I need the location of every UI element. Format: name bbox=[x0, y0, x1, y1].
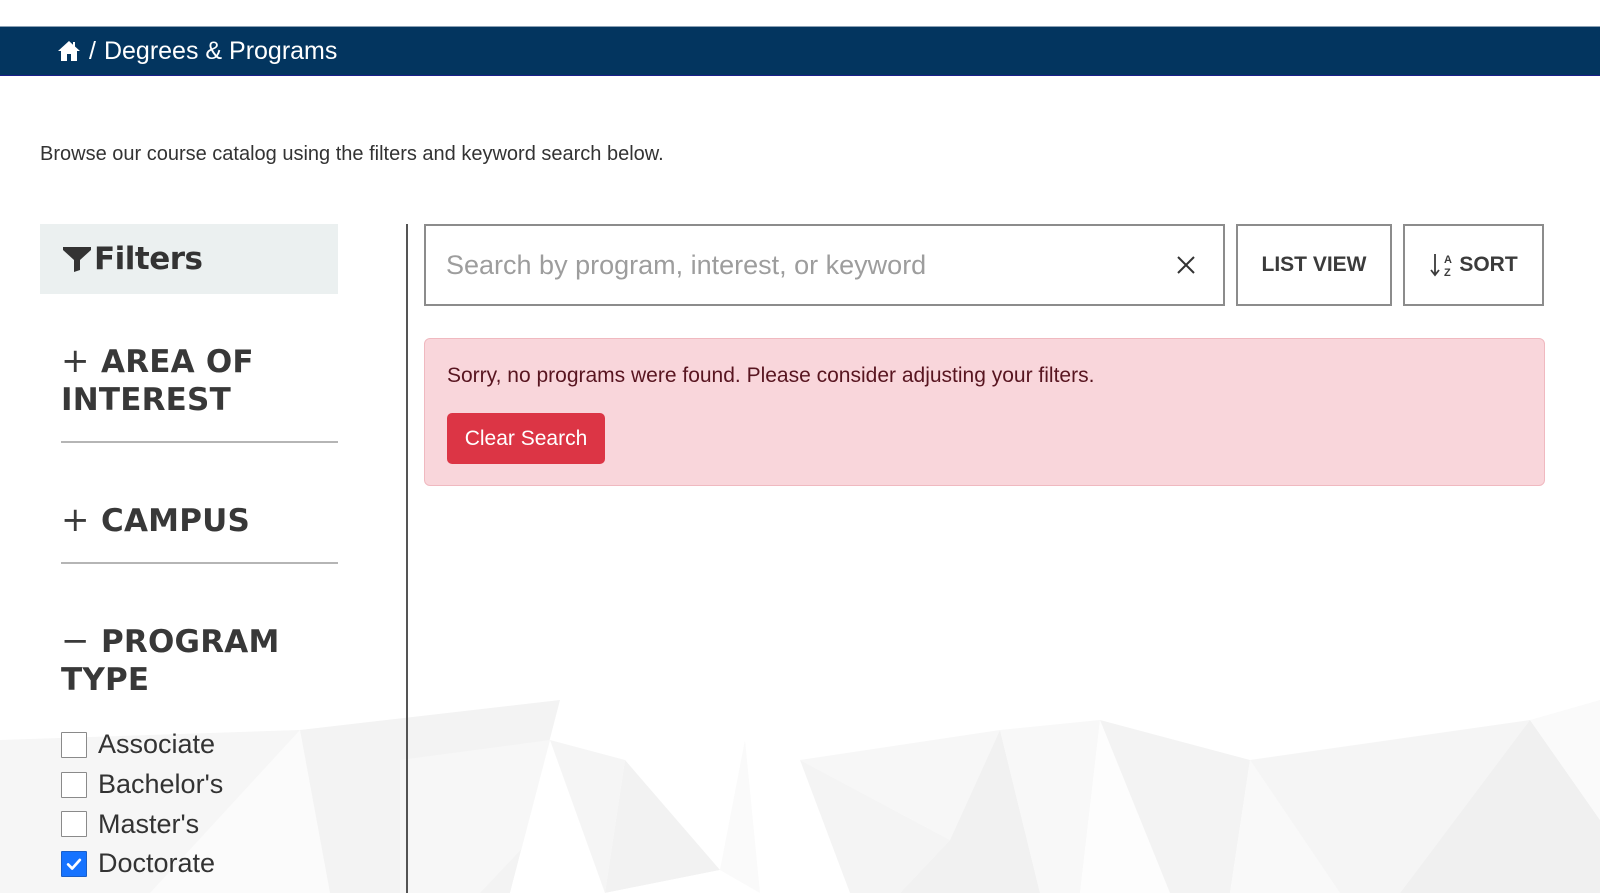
sort-alpha-down-icon: A Z bbox=[1429, 250, 1457, 280]
checkbox[interactable] bbox=[61, 811, 87, 838]
search-input[interactable] bbox=[446, 226, 1146, 304]
checkbox[interactable] bbox=[61, 731, 87, 758]
breadcrumb-bar: / Degrees & Programs bbox=[0, 26, 1600, 76]
funnel-icon bbox=[62, 244, 92, 274]
home-icon[interactable] bbox=[57, 39, 81, 63]
plus-icon: + bbox=[61, 341, 90, 381]
svg-text:A: A bbox=[1444, 254, 1452, 266]
checkbox-doctorate[interactable]: Doctorate bbox=[61, 844, 338, 884]
vertical-divider bbox=[406, 224, 408, 893]
checkbox-checked[interactable] bbox=[61, 850, 87, 877]
checkbox-bachelors[interactable]: Bachelor's bbox=[61, 765, 338, 805]
list-view-button[interactable]: LIST VIEW bbox=[1236, 224, 1392, 306]
filter-group-label: CAMPUS bbox=[101, 503, 251, 539]
clear-search-button[interactable]: Clear Search bbox=[447, 413, 605, 464]
breadcrumb-current-page: Degrees & Programs bbox=[103, 36, 338, 65]
breadcrumb-separator: / bbox=[89, 36, 96, 65]
filters-sidebar: Filters + AREA OF INTEREST + CAMPUS − PROGR… bbox=[40, 224, 338, 884]
filter-group-campus[interactable]: + CAMPUS bbox=[61, 501, 338, 564]
filter-group-title: + AREA OF INTEREST bbox=[61, 342, 338, 419]
plus-icon: + bbox=[61, 500, 90, 540]
svg-text:Z: Z bbox=[1444, 267, 1451, 279]
checkbox-associate[interactable]: Associate bbox=[61, 725, 338, 765]
checkbox-label: Doctorate bbox=[98, 848, 216, 879]
filter-group-area-of-interest[interactable]: + AREA OF INTEREST bbox=[61, 342, 338, 443]
search-box bbox=[424, 224, 1225, 306]
filter-group-title: + CAMPUS bbox=[61, 501, 338, 540]
alert-message: Sorry, no programs were found. Please co… bbox=[447, 364, 1095, 387]
sort-label: SORT bbox=[1459, 253, 1518, 276]
checkbox-label: Master's bbox=[98, 808, 200, 839]
filter-group-title[interactable]: − PROGRAM TYPE bbox=[61, 622, 338, 699]
filters-title: Filters bbox=[94, 241, 203, 277]
sort-button[interactable]: A Z SORT bbox=[1403, 224, 1544, 306]
list-view-label: LIST VIEW bbox=[1261, 253, 1367, 276]
minus-icon: − bbox=[61, 621, 90, 661]
checkmark-icon bbox=[66, 858, 82, 870]
no-results-alert: Sorry, no programs were found. Please co… bbox=[424, 338, 1545, 486]
checkbox-label: Bachelor's bbox=[98, 769, 224, 800]
filter-group-program-type: − PROGRAM TYPE Associate Bachelor's Maste… bbox=[61, 622, 338, 884]
checkbox[interactable] bbox=[61, 771, 87, 798]
close-icon[interactable] bbox=[1175, 254, 1197, 276]
filters-header: Filters bbox=[40, 224, 338, 294]
checkbox-masters[interactable]: Master's bbox=[61, 804, 338, 844]
checkbox-label: Associate bbox=[98, 729, 216, 760]
program-type-options: Associate Bachelor's Master's Doctorate bbox=[61, 725, 338, 884]
intro-text: Browse our course catalog using the filt… bbox=[40, 143, 664, 165]
